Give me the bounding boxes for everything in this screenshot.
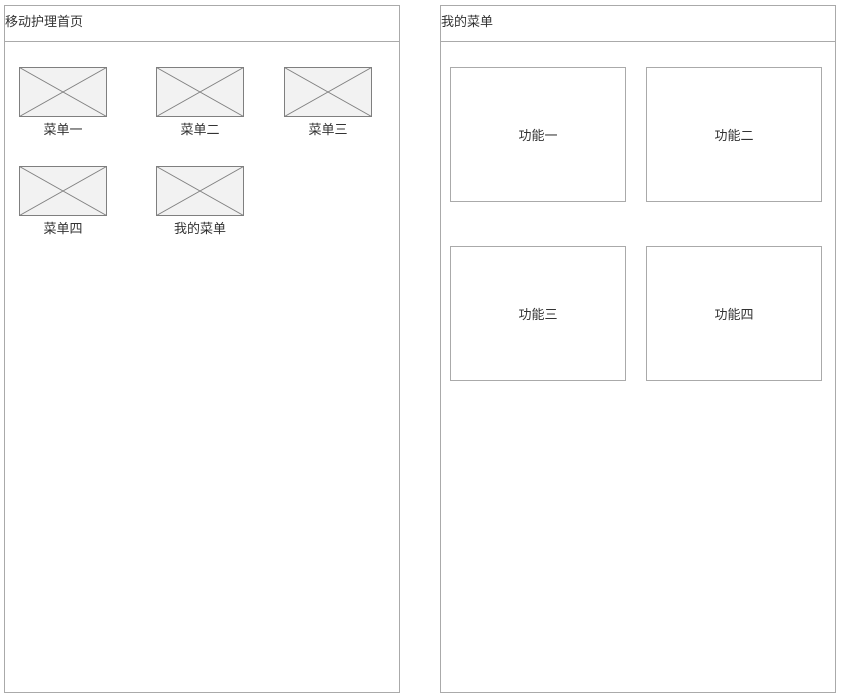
menu-item-4[interactable]: 菜单四 <box>19 166 107 244</box>
home-screen: 移动护理首页 菜单一 菜单二 菜单三 菜单四 我的菜单 <box>4 5 400 693</box>
menu-item-2[interactable]: 菜单二 <box>156 67 244 145</box>
menu-item-3[interactable]: 菜单三 <box>284 67 372 145</box>
my-menu-title: 我的菜单 <box>441 6 835 42</box>
menu-item-label: 菜单四 <box>43 222 83 237</box>
menu-item-label: 菜单二 <box>180 123 220 138</box>
my-menu-screen: 我的菜单 功能一 功能二 功能三 功能四 <box>440 5 836 693</box>
image-placeholder-icon <box>156 166 244 216</box>
menu-item-label: 菜单一 <box>43 123 83 138</box>
function-tile-4[interactable]: 功能四 <box>646 246 822 381</box>
home-title: 移动护理首页 <box>5 6 399 42</box>
image-placeholder-icon <box>19 67 107 117</box>
menu-item-my-menu[interactable]: 我的菜单 <box>156 166 244 244</box>
function-tile-2[interactable]: 功能二 <box>646 67 822 202</box>
menu-item-label: 菜单三 <box>308 123 348 138</box>
image-placeholder-icon <box>19 166 107 216</box>
menu-item-label: 我的菜单 <box>173 222 226 237</box>
image-placeholder-icon <box>156 67 244 117</box>
function-tile-1[interactable]: 功能一 <box>450 67 626 202</box>
image-placeholder-icon <box>284 67 372 117</box>
menu-item-1[interactable]: 菜单一 <box>19 67 107 145</box>
function-tile-3[interactable]: 功能三 <box>450 246 626 381</box>
